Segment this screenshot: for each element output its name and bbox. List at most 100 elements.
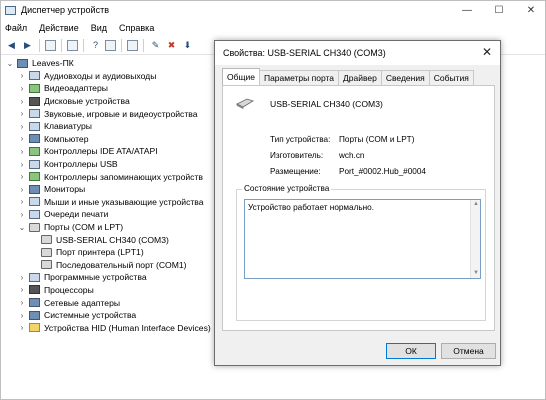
dialog-close-button[interactable]: ✕ <box>482 45 492 59</box>
tree-category[interactable]: › Компьютер <box>5 133 217 146</box>
tree-category[interactable]: › Процессоры <box>5 284 217 297</box>
tree-view-icon[interactable] <box>45 39 56 51</box>
scroll-up-icon[interactable]: ▲ <box>471 200 481 209</box>
disk-icon <box>29 96 40 106</box>
expand-chevron-icon[interactable]: › <box>17 210 27 219</box>
window-controls: — ☐ ✕ <box>451 1 546 19</box>
tree-category[interactable]: › Дисковые устройства <box>5 95 217 108</box>
expand-chevron-icon[interactable]: › <box>17 323 27 332</box>
toolbar-separator <box>83 38 84 52</box>
menu-file[interactable]: Файл <box>5 23 27 33</box>
expand-chevron-icon[interactable]: › <box>17 109 27 118</box>
device-status-textbox[interactable]: Устройство работает нормально. ▲ ▼ <box>244 199 481 279</box>
tab-general[interactable]: Общие <box>222 68 260 85</box>
tree-category-label: Устройства HID (Human Interface Devices) <box>44 322 211 333</box>
tree-device[interactable]: Последовательный порт (COM1) <box>5 259 217 272</box>
port-icon <box>41 247 52 257</box>
tree-device-label: Последовательный порт (COM1) <box>56 259 187 270</box>
tree-category[interactable]: › Клавиатуры <box>5 120 217 133</box>
minimize-button[interactable]: — <box>451 1 483 19</box>
cancel-button[interactable]: Отмена <box>441 343 496 359</box>
tree-device-label: USB-SERIAL CH340 (COM3) <box>56 234 169 245</box>
uninstall-icon[interactable]: ✖ <box>165 39 178 52</box>
show-hidden-icon[interactable] <box>105 39 116 51</box>
scroll-down-icon[interactable]: ▼ <box>471 269 481 278</box>
expand-chevron-icon[interactable]: › <box>17 134 27 143</box>
storage-icon <box>29 172 40 182</box>
tree-category[interactable]: › Контроллеры запоминающих устройств <box>5 170 217 183</box>
tree-category[interactable]: › Очереди печати <box>5 208 217 221</box>
tree-category[interactable]: › Контроллеры IDE ATA/ATAPI <box>5 145 217 158</box>
expand-chevron-icon[interactable]: › <box>17 311 27 320</box>
ok-button[interactable]: ОК <box>386 343 436 359</box>
tree-device[interactable]: Порт принтера (LPT1) <box>5 246 217 259</box>
tree-root[interactable]: ⌄ Leaves-ПК <box>5 57 217 70</box>
menu-action[interactable]: Действие <box>39 23 79 33</box>
back-icon[interactable]: ◀ <box>5 39 18 52</box>
tree-category-label: Процессоры <box>44 284 94 295</box>
tree-category-label: Мониторы <box>44 184 86 195</box>
tree-category[interactable]: › Мониторы <box>5 183 217 196</box>
update-driver-icon[interactable]: ⬇ <box>181 39 194 52</box>
tree-category[interactable]: › Аудиовходы и аудиовыходы <box>5 70 217 83</box>
tree-category[interactable]: › Звуковые, игровые и видеоустройства <box>5 107 217 120</box>
expand-chevron-icon[interactable]: › <box>17 71 27 80</box>
keyboard-icon <box>29 121 40 131</box>
expand-chevron-icon[interactable]: › <box>17 273 27 282</box>
tree-category[interactable]: › Устройства HID (Human Interface Devices… <box>5 321 217 334</box>
scan-hardware-icon[interactable]: ✎ <box>149 39 162 52</box>
tree-category-label: Дисковые устройства <box>44 96 130 107</box>
tab-port-settings[interactable]: Параметры порта <box>258 70 340 85</box>
expand-chevron-icon[interactable]: › <box>17 160 27 169</box>
tab-details[interactable]: Сведения <box>380 70 430 85</box>
expand-chevron-icon[interactable]: › <box>17 122 27 131</box>
expand-chevron-icon[interactable]: › <box>17 97 27 106</box>
collapse-chevron-icon[interactable]: ⌄ <box>17 223 27 232</box>
expand-chevron-icon[interactable]: › <box>17 172 27 181</box>
display-adapter-icon <box>29 83 40 93</box>
tree-category-label: Контроллеры USB <box>44 159 118 170</box>
device-name: USB-SERIAL CH340 (COM3) <box>270 99 383 109</box>
port-icon <box>41 235 52 245</box>
tree-category[interactable]: › Контроллеры USB <box>5 158 217 171</box>
menu-help[interactable]: Справка <box>119 23 154 33</box>
processor-icon <box>29 285 40 295</box>
properties-dialog: Свойства: USB-SERIAL CH340 (COM3) ✕ Общи… <box>214 40 501 366</box>
device-type-value: Порты (COM и LPT) <box>339 135 415 144</box>
tab-driver[interactable]: Драйвер <box>338 70 382 85</box>
tree-category[interactable]: › Мыши и иные указывающие устройства <box>5 196 217 209</box>
expand-chevron-icon[interactable]: › <box>17 147 27 156</box>
ide-icon <box>29 146 40 156</box>
expand-chevron-icon[interactable]: › <box>17 197 27 206</box>
collapse-chevron-icon[interactable]: ⌄ <box>5 59 15 68</box>
toolbar-separator <box>121 38 122 52</box>
dialog-tabs: Общие Параметры порта Драйвер Сведения С… <box>222 68 474 85</box>
tree-category[interactable]: › Видеоадаптеры <box>5 82 217 95</box>
forward-icon[interactable]: ▶ <box>21 39 34 52</box>
tree-category[interactable]: › Программные устройства <box>5 271 217 284</box>
tree-category-label: Контроллеры запоминающих устройств <box>44 171 203 182</box>
expand-chevron-icon[interactable]: › <box>17 84 27 93</box>
tree-category[interactable]: ⌄ Порты (COM и LPT) <box>5 221 217 234</box>
expand-chevron-icon[interactable]: › <box>17 285 27 294</box>
tree-category-label: Порты (COM и LPT) <box>44 222 124 233</box>
menu-view[interactable]: Вид <box>91 23 107 33</box>
usb-icon <box>29 159 40 169</box>
maximize-button[interactable]: ☐ <box>483 1 515 19</box>
computer-view-icon[interactable] <box>127 39 138 51</box>
close-button[interactable]: ✕ <box>515 1 546 19</box>
tab-events[interactable]: События <box>428 70 474 85</box>
properties-icon[interactable] <box>67 39 78 51</box>
device-manager-icon <box>5 5 16 15</box>
expand-chevron-icon[interactable]: › <box>17 185 27 194</box>
help-icon[interactable]: ? <box>89 39 102 52</box>
status-scrollbar[interactable]: ▲ ▼ <box>470 200 480 278</box>
tree-category[interactable]: › Сетевые адаптеры <box>5 296 217 309</box>
toolbar-separator <box>39 38 40 52</box>
sound-icon <box>29 109 40 119</box>
system-icon <box>29 310 40 320</box>
expand-chevron-icon[interactable]: › <box>17 298 27 307</box>
tree-root-label: Leaves-ПК <box>32 58 74 69</box>
tree-device[interactable]: USB-SERIAL CH340 (COM3) <box>5 233 217 246</box>
tree-category[interactable]: › Системные устройства <box>5 309 217 322</box>
